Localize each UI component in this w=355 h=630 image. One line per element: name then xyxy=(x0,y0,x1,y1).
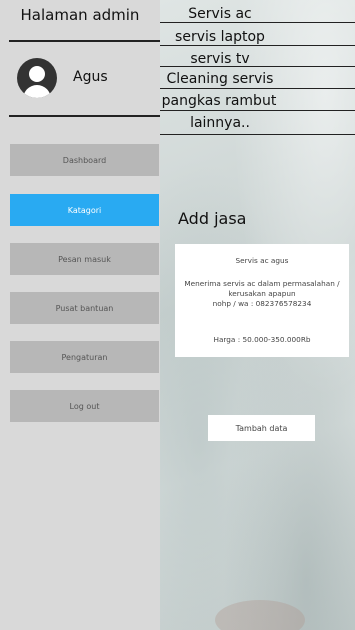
category-item-servis-laptop[interactable]: servis laptop xyxy=(160,29,280,45)
sidebar-item-pesan-masuk[interactable]: Pesan masuk xyxy=(10,243,159,275)
admin-title: Halaman admin xyxy=(20,6,140,24)
service-description: Menerima servis ac dalam permasalahan / xyxy=(184,279,340,288)
service-price: Harga : 50.000-350.000Rb xyxy=(213,335,311,344)
tambah-data-button[interactable]: Tambah data xyxy=(208,415,315,441)
admin-sidebar: Halaman admin Agus Dashboard Katagori Pe… xyxy=(0,0,160,630)
sidebar-item-log-out[interactable]: Log out xyxy=(10,390,159,422)
sidebar-item-pusat-bantuan[interactable]: Pusat bantuan xyxy=(10,292,159,324)
service-description: kerusakan apapun xyxy=(228,289,296,298)
category-divider xyxy=(160,134,355,136)
service-contact: nohp / wa : 082376578234 xyxy=(212,299,312,308)
category-item-lainnya[interactable]: lainnya.. xyxy=(160,115,280,131)
user-name: Agus xyxy=(73,69,108,85)
category-item-cleaning-servis[interactable]: Cleaning servis xyxy=(160,71,280,87)
profile-divider xyxy=(9,115,160,117)
category-item-servis-tv[interactable]: servis tv xyxy=(160,51,280,67)
sidebar-item-katagori[interactable]: Katagori xyxy=(10,194,159,226)
category-divider xyxy=(160,110,355,112)
category-item-servis-ac[interactable]: Servis ac xyxy=(160,6,280,22)
category-divider xyxy=(160,66,355,68)
user-avatar-icon xyxy=(17,58,57,98)
title-divider xyxy=(9,40,160,42)
category-divider xyxy=(160,45,355,47)
category-divider xyxy=(160,22,355,24)
page-title: Add jasa xyxy=(178,209,247,228)
sidebar-item-pengaturan[interactable]: Pengaturan xyxy=(10,341,159,373)
category-divider xyxy=(160,88,355,90)
sidebar-item-dashboard[interactable]: Dashboard xyxy=(10,144,159,176)
category-item-pangkas-rambut[interactable]: pangkas rambut xyxy=(156,93,282,109)
service-name: Servis ac agus xyxy=(235,256,289,265)
service-card[interactable]: Servis ac agus Menerima servis ac dalam … xyxy=(175,244,349,357)
